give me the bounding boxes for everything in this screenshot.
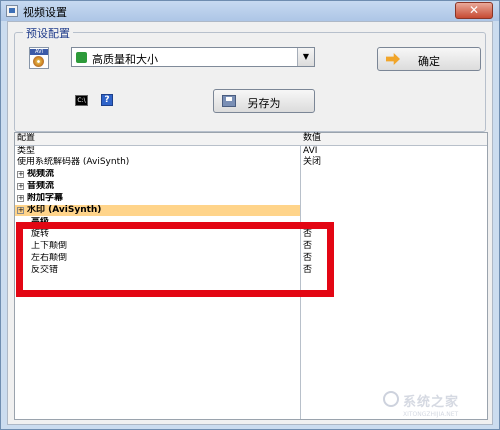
ok-button-label: 确定: [418, 55, 440, 68]
category-row-audio[interactable]: + 音频流: [15, 181, 487, 192]
highlight-annotation-box: [16, 222, 334, 297]
column-header-config[interactable]: 配置: [17, 133, 297, 144]
table-row[interactable]: 类型 AVI: [15, 146, 487, 157]
close-button[interactable]: ✕: [455, 2, 493, 19]
app-icon: [6, 5, 18, 17]
help-icon[interactable]: ?: [101, 94, 113, 106]
category-row-subtitles[interactable]: + 附加字幕: [15, 193, 487, 204]
chevron-down-icon[interactable]: ▼: [297, 48, 314, 66]
site-watermark: 系统之家 XITONGZHIJIA.NET: [383, 389, 495, 427]
avi-format-icon: AVI: [29, 47, 51, 71]
preset-selected-value: 高质量和大小: [92, 53, 158, 66]
title-bar[interactable]: 视频设置 ✕: [1, 1, 499, 21]
table-row[interactable]: 使用系统解码器 (AviSynth) 关闭: [15, 157, 487, 168]
preset-group: 预设配置 AVI 高质量和大小 ▼ 确定 C:\ ? 另存为: [14, 25, 486, 132]
grid-header: 配置 数值: [15, 133, 487, 146]
preset-group-label: 预设配置: [23, 25, 73, 41]
preset-quality-icon: [76, 52, 87, 63]
preset-dropdown[interactable]: 高质量和大小 ▼: [71, 47, 315, 67]
expand-icon[interactable]: +: [17, 195, 24, 202]
video-settings-window: 视频设置 ✕ 预设配置 AVI 高质量和大小 ▼ 确定 C:\ ? 另存为 配置…: [0, 0, 500, 430]
category-row-watermark[interactable]: + 水印 (AviSynth): [15, 205, 300, 216]
command-prompt-icon[interactable]: C:\: [75, 95, 88, 106]
window-title: 视频设置: [23, 6, 67, 19]
ok-button[interactable]: 确定: [377, 47, 481, 71]
expand-icon[interactable]: +: [17, 207, 24, 214]
save-as-button[interactable]: 另存为: [213, 89, 315, 113]
column-header-value[interactable]: 数值: [303, 133, 483, 144]
expand-icon[interactable]: +: [17, 183, 24, 190]
category-row-video[interactable]: + 视频流: [15, 169, 487, 180]
save-as-button-label: 另存为: [247, 97, 281, 110]
expand-icon[interactable]: +: [17, 171, 24, 178]
watermark-logo-icon: [383, 391, 399, 407]
